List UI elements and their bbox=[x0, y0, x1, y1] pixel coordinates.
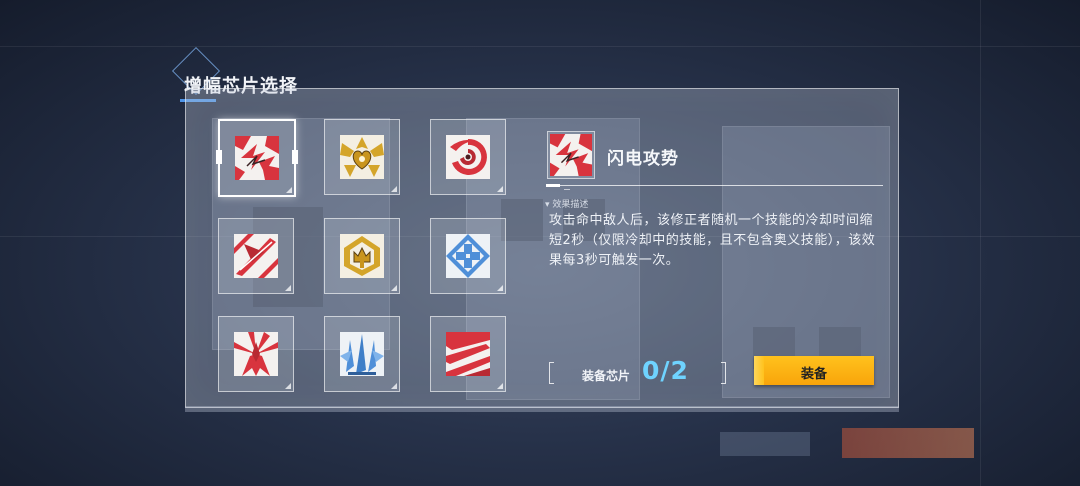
slot-corner-marker bbox=[391, 186, 397, 192]
blue-claw-chip-icon bbox=[340, 332, 384, 376]
chip-slot-4[interactable] bbox=[218, 218, 294, 294]
red-burst-chip-icon bbox=[234, 332, 278, 376]
chip-slot-7[interactable] bbox=[218, 316, 294, 392]
slot-corner-marker bbox=[391, 383, 397, 389]
detail-divider-tick bbox=[564, 189, 570, 190]
chip-slot-6[interactable] bbox=[430, 218, 506, 294]
chip-slot-1[interactable] bbox=[216, 119, 298, 197]
slot-corner-marker bbox=[497, 383, 503, 389]
chip-slot-5[interactable] bbox=[324, 218, 400, 294]
chip-slot-3[interactable] bbox=[430, 119, 506, 195]
red-slash-chip-icon bbox=[234, 234, 278, 278]
effect-description-label: ▾ 效果描述 bbox=[545, 200, 589, 210]
slot-corner-marker bbox=[285, 383, 291, 389]
slot-corner-marker bbox=[497, 186, 503, 192]
equip-button-label: 装备 bbox=[800, 366, 827, 381]
panel-bottom-strip bbox=[185, 406, 899, 412]
equipped-chips-count: 0/2 bbox=[642, 356, 689, 385]
slot-corner-marker bbox=[285, 285, 291, 291]
golden-heart-chip-icon bbox=[340, 135, 384, 179]
lightning-strike-chip-icon bbox=[235, 136, 279, 180]
detail-divider bbox=[546, 185, 883, 186]
counter-bracket-left bbox=[549, 362, 554, 384]
equipped-chips-label: 装备芯片 bbox=[582, 369, 631, 383]
golden-crown-chip-icon bbox=[340, 234, 384, 278]
slot-corner-marker bbox=[497, 285, 503, 291]
chip-name: 闪电攻势 bbox=[607, 149, 679, 169]
red-wave-chip-icon bbox=[446, 332, 490, 376]
chip-slot-9[interactable] bbox=[430, 316, 506, 392]
chip-slot-2[interactable] bbox=[324, 119, 400, 195]
red-vortex-chip-icon bbox=[446, 135, 490, 179]
slot-corner-marker bbox=[391, 285, 397, 291]
selected-chip-preview bbox=[547, 131, 595, 179]
slot-corner-marker bbox=[286, 187, 292, 193]
counter-bracket-right bbox=[721, 362, 726, 384]
chip-slot-8[interactable] bbox=[324, 316, 400, 392]
equip-button[interactable]: 装备 bbox=[754, 356, 874, 385]
chip-description: 攻击命中敌人后，该修正者随机一个技能的冷却时间缩短2秒（仅限冷却中的技能，且不包… bbox=[549, 213, 876, 268]
blue-cross-chip-icon bbox=[446, 234, 490, 278]
lightning-strike-chip-icon bbox=[550, 134, 592, 176]
detail-divider-accent bbox=[546, 184, 560, 187]
